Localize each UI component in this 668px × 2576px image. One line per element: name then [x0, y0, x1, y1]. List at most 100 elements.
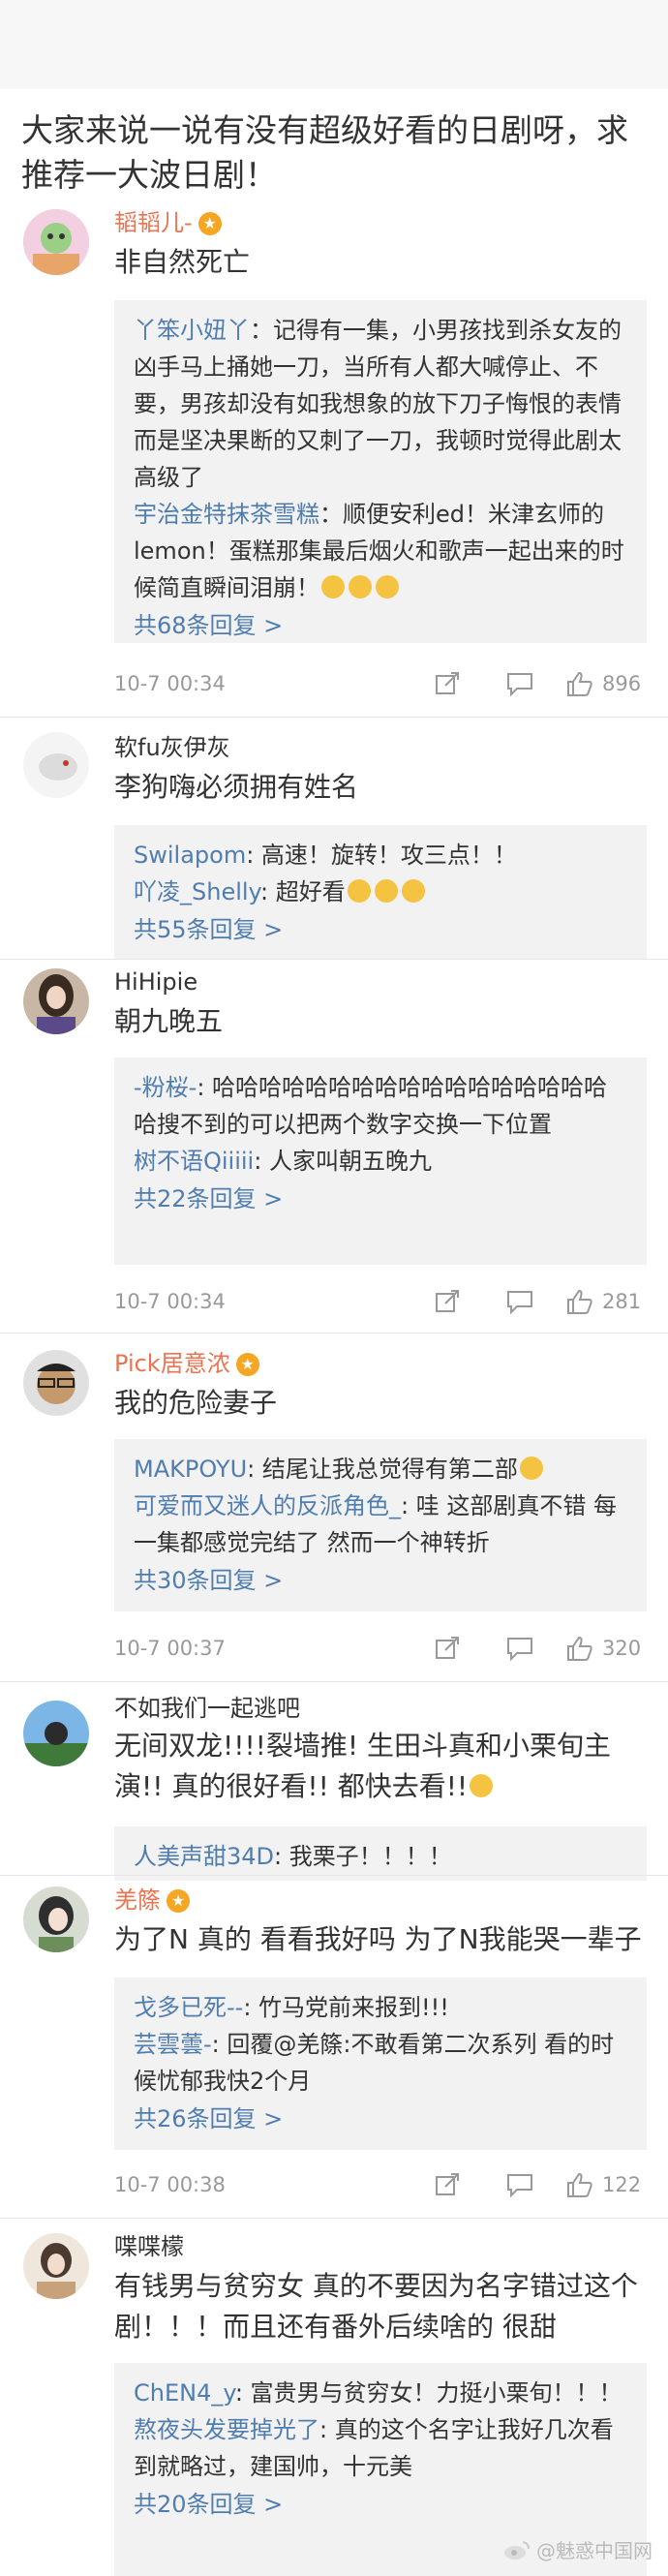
reply-box: MAKPOYU: 结尾让我总觉得有第二部 可爱而又迷人的反派角色_: 哇 这部剧…	[114, 1439, 647, 1611]
comment-icon[interactable]	[505, 2167, 534, 2202]
reply-item: MAKPOYU: 结尾让我总觉得有第二部	[134, 1451, 627, 1487]
reply-item: -粉桜-: 哈哈哈哈哈哈哈哈哈哈哈哈哈哈哈哈哈哈搜不到的可以把两个数字交换一下位…	[134, 1074, 608, 1138]
scared-emoji-icon	[401, 879, 425, 903]
timestamp: 10-7 00:34	[114, 1290, 226, 1313]
like-count: 896	[602, 672, 642, 695]
username[interactable]: HiHipie	[114, 966, 197, 997]
comment-icon[interactable]	[505, 1631, 534, 1666]
more-replies-link[interactable]: 共22条回复 >	[134, 1180, 627, 1218]
comment-meta: 10-7 00:34 896	[114, 666, 647, 701]
reply-item: 熬夜头发要掉光了: 真的这个名字让我好几次看到就略过，建国帅，十元美	[134, 2416, 614, 2480]
reply-username[interactable]: 戈多已死--	[134, 1994, 243, 2021]
top-bar	[0, 0, 668, 89]
like-button[interactable]: 122	[565, 2167, 641, 2202]
divider	[0, 1333, 668, 1334]
reply-box: 戈多已死--: 竹马党前来报到!!! 芸雲蕓-: 回覆@羌篨:不敢看第二次系列 …	[114, 1978, 647, 2150]
username[interactable]: 羌篨 ★	[114, 1885, 190, 1916]
more-replies-link[interactable]: 共20条回复 >	[134, 2485, 627, 2524]
avatar[interactable]	[23, 2233, 89, 2299]
comment-text: 无间双龙!!!!裂墙推! 生田斗真和小栗旬主演!! 真的很好看!! 都快去看!!	[114, 1730, 612, 1802]
divider	[0, 1875, 668, 1876]
comment-text: 非自然死亡	[114, 246, 251, 278]
thumbs-up-icon	[567, 2172, 592, 2197]
like-count: 320	[602, 1637, 642, 1660]
avatar[interactable]	[23, 1886, 89, 1952]
more-replies-link[interactable]: 共30条回复 >	[134, 1561, 627, 1600]
reply-item: Swilapom: 高速！旋转！攻三点！！	[134, 842, 517, 869]
reply-item: 戈多已死--: 竹马党前来报到!!!	[134, 1994, 449, 2021]
like-button[interactable]: 320	[565, 1631, 641, 1666]
watermark: @魅惑中国网	[503, 2535, 653, 2563]
comment-text: 李狗嗨必须拥有姓名	[114, 771, 359, 803]
username[interactable]: 软fu灰伊灰	[114, 732, 230, 763]
reply-box: 丫笨小妞丫：记得有一集，小男孩找到杀女友的凶手马上捅她一刀，当所有人都大喊停止、…	[114, 300, 647, 643]
comment-text: 我的危险妻子	[114, 1387, 278, 1419]
reply-username[interactable]: 吖凌_Shelly	[134, 878, 260, 905]
reply-username[interactable]: 宇治金特抹茶雪糕	[134, 501, 319, 528]
avatar[interactable]	[23, 968, 89, 1034]
reply-item: 可爱而又迷人的反派角色_: 哇 这部剧真不错 每一集都感觉完结了 然而一个神转折	[134, 1492, 617, 1556]
avatar[interactable]	[23, 732, 89, 798]
laughing-emoji-icon	[519, 1457, 543, 1480]
thumbs-up-icon	[567, 671, 592, 696]
username[interactable]: 不如我们一起逃吧	[114, 1693, 300, 1724]
more-replies-link[interactable]: 共26条回复 >	[134, 2100, 627, 2138]
reply-username[interactable]: 熬夜头发要掉光了	[134, 2416, 319, 2443]
share-icon[interactable]	[434, 1284, 461, 1319]
reply-box: -粉桜-: 哈哈哈哈哈哈哈哈哈哈哈哈哈哈哈哈哈哈搜不到的可以把两个数字交换一下位…	[114, 1058, 647, 1265]
reply-box: 人美声甜34D: 我栗子！！！！	[114, 1826, 647, 1881]
reply-username[interactable]: MAKPOYU	[134, 1456, 247, 1483]
thumbs-up-icon	[567, 1289, 592, 1314]
reply-username[interactable]: 芸雲蕓-	[134, 2031, 212, 2058]
crying-emoji-icon	[349, 575, 372, 598]
like-count: 122	[602, 2173, 642, 2196]
avatar[interactable]	[23, 1350, 89, 1416]
divider	[0, 717, 668, 718]
comment-icon[interactable]	[505, 1284, 534, 1319]
reply-username[interactable]: 树不语Qiiiii	[134, 1148, 254, 1175]
more-replies-link[interactable]: 共55条回复 >	[134, 910, 627, 949]
like-button[interactable]: 281	[565, 1284, 641, 1319]
timestamp: 10-7 00:34	[114, 672, 226, 695]
more-replies-link[interactable]: 共68条回复 >	[134, 606, 627, 645]
reply-username[interactable]: 人美声甜34D	[134, 1843, 274, 1870]
reply-item: 丫笨小妞丫：记得有一集，小男孩找到杀女友的凶手马上捅她一刀，当所有人都大喊停止、…	[134, 317, 622, 491]
divider	[0, 1681, 668, 1682]
thumbs-up-icon	[567, 1636, 592, 1661]
crying-emoji-icon	[321, 575, 345, 598]
avatar[interactable]	[23, 209, 89, 275]
comment-meta: 10-7 00:38 122	[114, 2167, 647, 2202]
timestamp: 10-7 00:38	[114, 2173, 226, 2196]
reply-box: Swilapom: 高速！旋转！攻三点！！ 吖凌_Shelly: 超好看 共55…	[114, 825, 647, 959]
reply-item: 树不语Qiiiii: 人家叫朝五晚九	[134, 1148, 432, 1175]
username[interactable]: Pick居意浓 ★	[114, 1348, 259, 1379]
reply-username[interactable]: ChEN4_y	[134, 2379, 235, 2407]
scared-emoji-icon	[347, 879, 371, 903]
avatar[interactable]	[23, 1701, 89, 1766]
username[interactable]: 韬韬儿- ★	[114, 207, 222, 238]
reply-item: ChEN4_y: 富贵男与贫穷女！力挺小栗旬！！！	[134, 2379, 622, 2407]
reply-username[interactable]: 丫笨小妞丫	[134, 317, 250, 344]
reply-username[interactable]: Swilapom	[134, 842, 246, 869]
comment-text: 朝九晚五	[114, 1005, 224, 1037]
reply-username[interactable]: 可爱而又迷人的反派角色_	[134, 1492, 401, 1519]
comment-meta: 10-7 00:34 281	[114, 1284, 647, 1319]
share-icon[interactable]	[434, 666, 461, 701]
share-icon[interactable]	[434, 2167, 461, 2202]
divider	[0, 959, 668, 960]
reply-item: 人美声甜34D: 我栗子！！！！	[134, 1843, 452, 1870]
share-icon[interactable]	[434, 1631, 461, 1666]
like-button[interactable]: 896	[565, 666, 641, 701]
timestamp: 10-7 00:37	[114, 1637, 226, 1660]
reply-username[interactable]: -粉桜-	[134, 1074, 197, 1101]
username[interactable]: 喋喋檬	[114, 2231, 184, 2262]
angry-emoji-icon	[470, 1774, 494, 1797]
comment-text: 为了N 真的 看看我好吗 为了N我能哭一辈子	[114, 1923, 642, 1955]
crying-emoji-icon	[376, 575, 399, 598]
post-question: 大家来说一说有没有超级好看的日剧呀，求推荐一大波日剧！	[21, 111, 628, 194]
comment-text: 有钱男与贫穷女 真的不要因为名字错过这个剧！！！而且还有番外后续啥的 很甜	[114, 2270, 638, 2343]
comment-icon[interactable]	[505, 666, 534, 701]
vip-badge-icon: ★	[197, 212, 222, 235]
comment-meta: 10-7 00:37 320	[114, 1631, 647, 1666]
scared-emoji-icon	[374, 879, 398, 903]
